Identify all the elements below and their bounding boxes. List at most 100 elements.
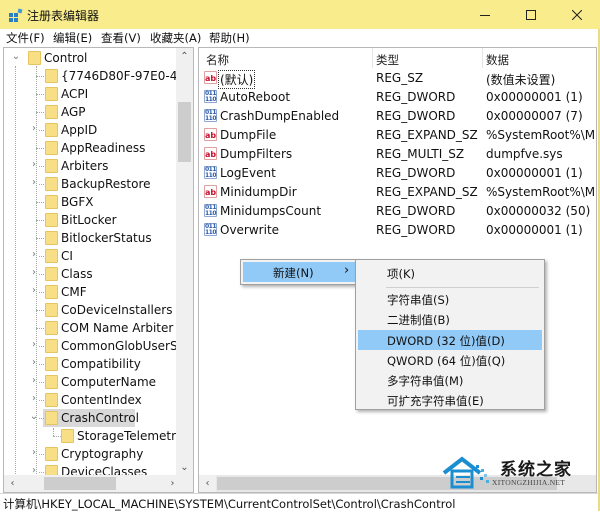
folder-icon (45, 105, 58, 119)
close-button[interactable] (554, 0, 600, 29)
tree-connector (36, 112, 44, 113)
scroll-thumb[interactable] (178, 102, 191, 162)
tree-item[interactable]: CoDeviceInstallers (4, 301, 180, 319)
menu-file[interactable]: 文件(F) (6, 30, 45, 46)
folder-icon (28, 51, 41, 65)
menu-edit[interactable]: 编辑(E) (53, 30, 92, 46)
value-row[interactable]: ab MinidumpDir REG_EXPAND_SZ %SystemRoot%\M… (199, 183, 596, 202)
tree-connector (39, 130, 44, 131)
value-row[interactable]: abDumpFile REG_EXPAND_SZ %SystemRoot%\MEM (199, 126, 596, 145)
folder-icon (45, 267, 58, 281)
column-header-data[interactable]: 数据 (486, 48, 509, 68)
chevron-right-icon[interactable]: › (29, 267, 39, 278)
column-separator[interactable] (372, 48, 373, 68)
menu-view[interactable]: 查看(V) (101, 30, 141, 46)
new-submenu: 项(K) 字符串值(S) 二进制值(B) DWORD (32 位)值(D) QWORD … (355, 259, 545, 410)
submenu-item[interactable]: 多字符串值(M) (358, 370, 542, 390)
submenu-item[interactable]: 字符串值(S) (358, 289, 542, 309)
tree-item[interactable]: › AppID (4, 121, 180, 139)
value-data: 0x00000001 (1) (486, 166, 583, 180)
value-type: REG_MULTI_SZ (376, 147, 465, 161)
scroll-left-arrow[interactable]: ‹ (4, 475, 21, 492)
tree-item[interactable]: › Compatibility (4, 355, 180, 373)
column-header-name[interactable]: 名称 (206, 48, 229, 68)
menu-item-new[interactable]: 新建(N) › (243, 262, 358, 282)
tree-item[interactable]: AppReadiness (4, 139, 180, 157)
tree-item[interactable]: ⌄ CrashControl (4, 409, 180, 427)
submenu-item[interactable]: 可扩充字符串值(E) (358, 390, 542, 410)
tree-item[interactable]: › Class (4, 265, 180, 283)
submenu-item[interactable]: 二进制值(B) (358, 309, 542, 329)
folder-icon (45, 177, 58, 191)
tree-connector (39, 256, 44, 257)
value-row[interactable]: 011 110 Overwrite REG_DWORD 0x00000001 (1) (199, 221, 596, 240)
chevron-right-icon[interactable]: › (29, 123, 39, 134)
tree-item-control[interactable]: ⌄ Control (4, 49, 180, 67)
chevron-right-icon[interactable]: › (29, 285, 39, 296)
chevron-down-icon[interactable]: ⌄ (11, 51, 21, 62)
tree-connector (39, 274, 44, 275)
chevron-right-icon[interactable]: › (29, 447, 39, 458)
chevron-right-icon[interactable]: › (29, 357, 39, 368)
scroll-left-arrow[interactable]: ‹ (199, 475, 216, 492)
scroll-down-arrow[interactable]: ⌄ (176, 459, 193, 476)
tree-item[interactable]: › Cryptography (4, 445, 180, 463)
value-data: %SystemRoot%\MEM (486, 128, 596, 142)
tree-item[interactable]: AGP (4, 103, 180, 121)
folder-icon (45, 87, 58, 101)
value-name: Overwrite (220, 223, 280, 237)
value-data: 0x00000007 (7) (486, 109, 583, 123)
value-row[interactable]: 011 110 AutoReboot REG_DWORD 0x00000001 (1) (199, 88, 596, 107)
tree-item[interactable]: StorageTelemetry (4, 427, 183, 445)
value-row[interactable]: 011 110 MinidumpsCount REG_DWORD 0x00000032 … (199, 202, 596, 221)
binary-value-icon: 011 110 (204, 204, 217, 217)
scroll-thumb[interactable] (44, 477, 116, 490)
menu-favorites[interactable]: 收藏夹(A) (150, 30, 201, 46)
maximize-button[interactable] (508, 0, 554, 29)
chevron-right-icon[interactable]: › (29, 249, 39, 260)
menu-help[interactable]: 帮助(H) (209, 30, 250, 46)
tree-item[interactable]: › CI (4, 247, 180, 265)
folder-icon (45, 339, 58, 353)
submenu-item[interactable]: DWORD (32 位)值(D) (358, 330, 542, 350)
tree-item[interactable]: COM Name Arbiter (4, 319, 180, 337)
binary-value-icon: 011 110 (204, 109, 217, 122)
chevron-right-icon[interactable]: › (29, 339, 39, 350)
minimize-button[interactable] (462, 0, 508, 29)
chevron-right-icon[interactable]: › (29, 177, 39, 188)
tree-item[interactable]: › BackupRestore (4, 175, 180, 193)
value-data: %SystemRoot%\Minic (486, 185, 596, 199)
tree-horizontal-scrollbar[interactable]: ‹ › (4, 475, 178, 492)
value-row[interactable]: 011 110 LogEvent REG_DWORD 0x00000001 (1) (199, 164, 596, 183)
tree-item[interactable]: › ContentIndex (4, 391, 180, 409)
value-row[interactable]: 011 110 CrashDumpEnabled REG_DWORD 0x0000000… (199, 107, 596, 126)
submenu-item[interactable]: 项(K) (358, 263, 542, 283)
tree-vertical-scrollbar[interactable]: ⌃ ⌄ (176, 48, 193, 476)
tree-item[interactable]: BitLocker (4, 211, 180, 229)
chevron-down-icon[interactable]: ⌄ (29, 411, 39, 422)
scroll-corner (176, 475, 193, 492)
tree-item[interactable]: ACPI (4, 85, 180, 103)
tree-connector (39, 364, 44, 365)
chevron-right-icon[interactable]: › (29, 159, 39, 170)
folder-icon (45, 375, 58, 389)
tree-item[interactable]: BGFX (4, 193, 180, 211)
tree-connector (53, 436, 61, 437)
value-name: DumpFilters (220, 147, 293, 161)
scroll-up-arrow[interactable]: ⌃ (176, 48, 193, 65)
column-separator[interactable] (482, 48, 483, 68)
column-header-type[interactable]: 类型 (376, 48, 399, 68)
window-title: 注册表编辑器 (27, 9, 100, 23)
value-row[interactable]: ab DumpFilters REG_MULTI_SZ dumpfve.sys (199, 145, 596, 164)
chevron-right-icon[interactable]: › (29, 393, 39, 404)
tree-item[interactable]: › CMF (4, 283, 180, 301)
chevron-right-icon[interactable]: › (29, 375, 39, 386)
submenu-item[interactable]: QWORD (64 位)值(Q) (358, 350, 542, 370)
tree-item[interactable]: › CommonGlobUserSett (4, 337, 193, 355)
tree-item[interactable]: › Arbiters (4, 157, 180, 175)
value-row[interactable]: ab (默认) REG_SZ (数值未设置) (199, 69, 596, 89)
tree-item[interactable]: › ComputerName (4, 373, 180, 391)
tree-item[interactable]: {7746D80F-97E0-4E26- (4, 67, 193, 85)
tree-item[interactable]: BitlockerStatus (4, 229, 180, 247)
tree-connector (36, 328, 44, 329)
